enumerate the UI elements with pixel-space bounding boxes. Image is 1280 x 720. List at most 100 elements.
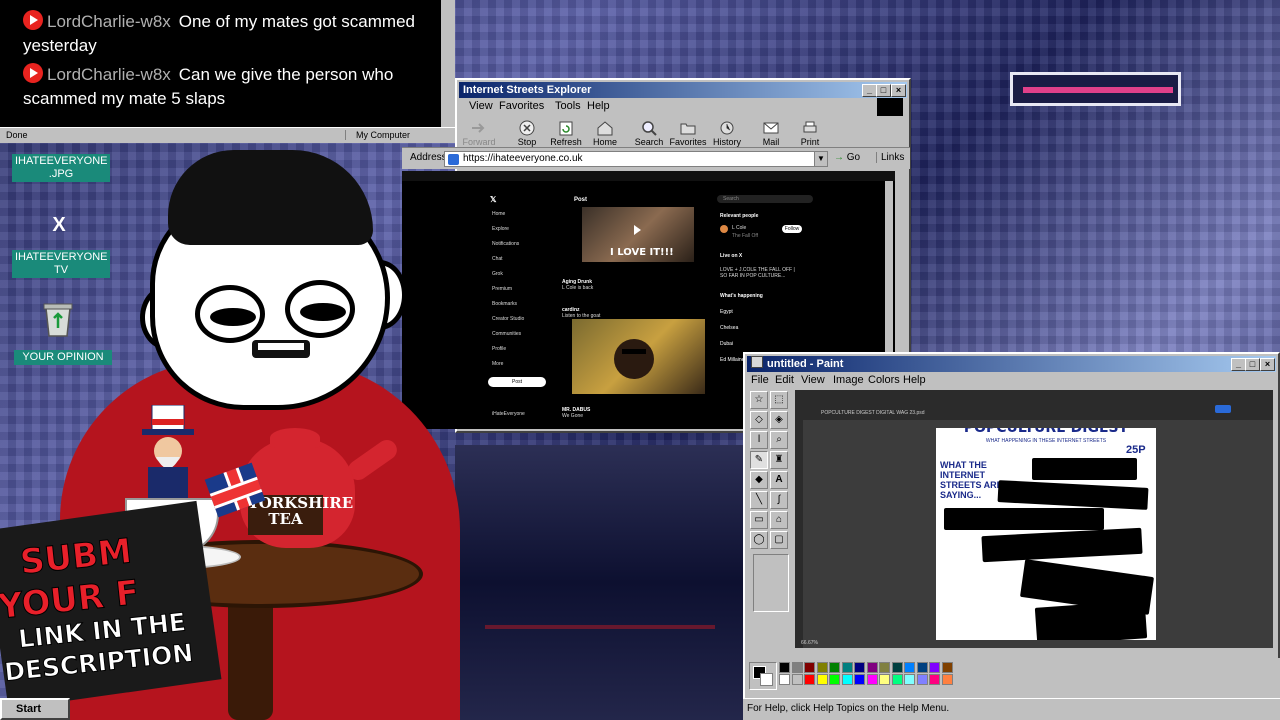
ellipse-tool[interactable]: ◯ [750,531,768,549]
palette-swatch[interactable] [916,662,928,673]
line-tool[interactable]: ╲ [750,491,768,509]
airbrush-tool[interactable]: ◆ [750,471,768,489]
desktop-icon-your-opinion[interactable]: YOUR OPINION [14,350,112,365]
address-dropdown[interactable]: ▼ [814,152,827,166]
text-tool[interactable]: A [770,471,788,489]
history-button[interactable]: History [707,120,747,147]
free-select-tool[interactable]: ☆ [750,391,768,409]
palette-swatch[interactable] [941,662,953,673]
menu-colors[interactable]: Colors [868,374,900,386]
palette-swatch[interactable] [904,662,915,673]
go-button[interactable]: → Go [834,152,860,163]
palette-swatch[interactable] [879,662,890,673]
rect-select-tool[interactable]: ⬚ [770,391,788,409]
palette-swatch[interactable] [779,674,790,685]
nav-chat[interactable]: Chat [492,256,503,262]
address-input[interactable]: https://ihateeveryone.co.uk ▼ [444,151,828,167]
tweet[interactable]: MR. DABUS We Gone [562,407,702,419]
nav-bookmarks[interactable]: Bookmarks [492,301,517,307]
palette-swatch[interactable] [791,662,803,673]
paint-canvas[interactable]: POPCULTURE DIGEST DIGITAL WAG 23.psd POP… [795,390,1273,648]
chat-scrollbar[interactable] [441,0,455,127]
links-button[interactable]: Links [876,152,904,163]
palette-swatch[interactable] [916,674,928,685]
trend-item[interactable]: Ed Millaine [720,357,744,363]
paint-titlebar[interactable]: untitled - Paint _ □ × [747,356,1276,372]
pick-color-tool[interactable]: ǀ [750,431,768,449]
video-thumbnail[interactable]: I LOVE IT!!! [582,207,694,262]
rounded-rect-tool[interactable]: ▢ [770,531,788,549]
minimize-button[interactable]: _ [862,84,877,97]
palette-swatch[interactable] [941,674,953,685]
nav-grok[interactable]: Grok [492,271,503,277]
trend-item[interactable]: Chelsea [720,325,738,331]
palette-swatch[interactable] [879,674,890,685]
minimize-button[interactable]: _ [1231,358,1246,371]
close-button[interactable]: × [891,84,906,97]
menu-edit[interactable]: Edit [775,374,794,386]
desktop-icon-ihateeveryone-tv[interactable]: IHATEEVERYONE TV [12,250,110,278]
trend-item[interactable]: Dubai [720,341,733,347]
close-button[interactable]: × [1260,358,1275,371]
palette-swatch[interactable] [929,674,940,685]
print-button[interactable]: Print [790,120,830,147]
palette-swatch[interactable] [804,674,815,685]
palette-swatch[interactable] [779,662,790,673]
nav-premium[interactable]: Premium [492,286,512,292]
menu-file[interactable]: File [751,374,769,386]
explorer-titlebar[interactable]: Internet Streets Explorer _ □ × [459,82,907,98]
palette-swatch[interactable] [866,662,878,673]
palette-swatch[interactable] [816,674,828,685]
palette-swatch[interactable] [829,674,840,685]
nav-communities[interactable]: Communities [492,331,521,337]
nav-home[interactable]: Home [492,211,505,217]
relevant-person-name[interactable]: L Cole [732,225,746,231]
menu-help[interactable]: Help [903,374,926,386]
x-logo[interactable]: 𝕏 [490,195,496,204]
menu-favorites[interactable]: Favorites [499,100,544,112]
palette-swatch[interactable] [854,662,865,673]
magnifier-tool[interactable]: ⌕ [770,431,788,449]
desktop-icon-ihateeveryone-jpg[interactable]: IHATEEVERYONE .JPG [12,154,110,182]
refresh-button[interactable]: Refresh [546,120,586,147]
nav-explore[interactable]: Explore [492,226,509,232]
tweet-image[interactable] [572,319,705,394]
tweet[interactable]: cardinz Listen to the goat [562,307,702,319]
nav-creator-studio[interactable]: Creator Studio [492,316,524,322]
palette-swatch[interactable] [804,662,815,673]
palette-swatch[interactable] [904,674,915,685]
palette-swatch[interactable] [929,662,940,673]
nav-more[interactable]: More [492,361,503,367]
palette-swatch[interactable] [891,662,903,673]
follow-button[interactable]: Follow [782,225,802,233]
curve-tool[interactable]: ∫ [770,491,788,509]
current-colors[interactable] [749,662,777,690]
recycle-bin-icon[interactable] [40,300,76,338]
nav-notifications[interactable]: Notifications [492,241,519,247]
mail-button[interactable]: Mail [751,120,791,147]
menu-help[interactable]: Help [587,100,610,112]
x-search-input[interactable]: Search [717,195,813,203]
stop-button[interactable]: Stop [507,120,547,147]
palette-swatch[interactable] [791,674,803,685]
brush-tool[interactable]: ♜ [770,451,788,469]
palette-swatch[interactable] [816,662,828,673]
forward-button[interactable]: Forward [459,120,499,147]
favorites-button[interactable]: Favorites [668,120,708,147]
start-button[interactable]: Start [0,698,70,720]
account-name[interactable]: iHateEveryone [492,411,542,417]
palette-swatch[interactable] [866,674,878,685]
tool-options[interactable] [753,554,789,612]
menu-view[interactable]: View [469,100,493,112]
eraser-tool[interactable]: ◇ [750,411,768,429]
palette-swatch[interactable] [829,662,840,673]
menu-tools[interactable]: Tools [555,100,581,112]
home-button[interactable]: Home [585,120,625,147]
x-logo-icon[interactable]: X [48,214,70,236]
palette-swatch[interactable] [891,674,903,685]
live-item[interactable]: LOVE + J.COLE THE FALL OFF | SO FAR IN P… [720,267,800,279]
play-icon[interactable] [634,225,641,235]
palette-swatch[interactable] [841,662,853,673]
fill-tool[interactable]: ◈ [770,411,788,429]
polygon-tool[interactable]: ⌂ [770,511,788,529]
